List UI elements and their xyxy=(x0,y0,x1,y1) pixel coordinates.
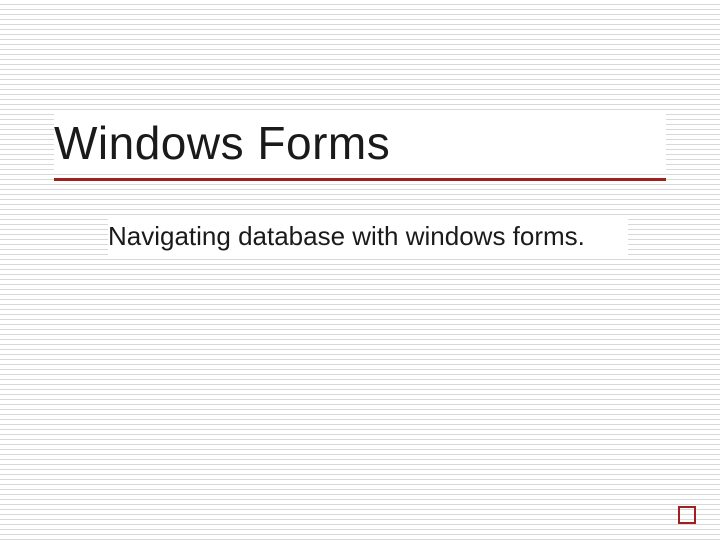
corner-decoration-icon xyxy=(678,506,696,524)
title-container: Windows Forms xyxy=(54,110,666,171)
slide-background-lines xyxy=(0,0,720,540)
title-underline xyxy=(54,178,666,181)
slide-subtitle: Navigating database with windows forms. xyxy=(108,221,620,252)
subtitle-container: Navigating database with windows forms. xyxy=(108,215,628,258)
slide-title: Windows Forms xyxy=(54,118,666,169)
